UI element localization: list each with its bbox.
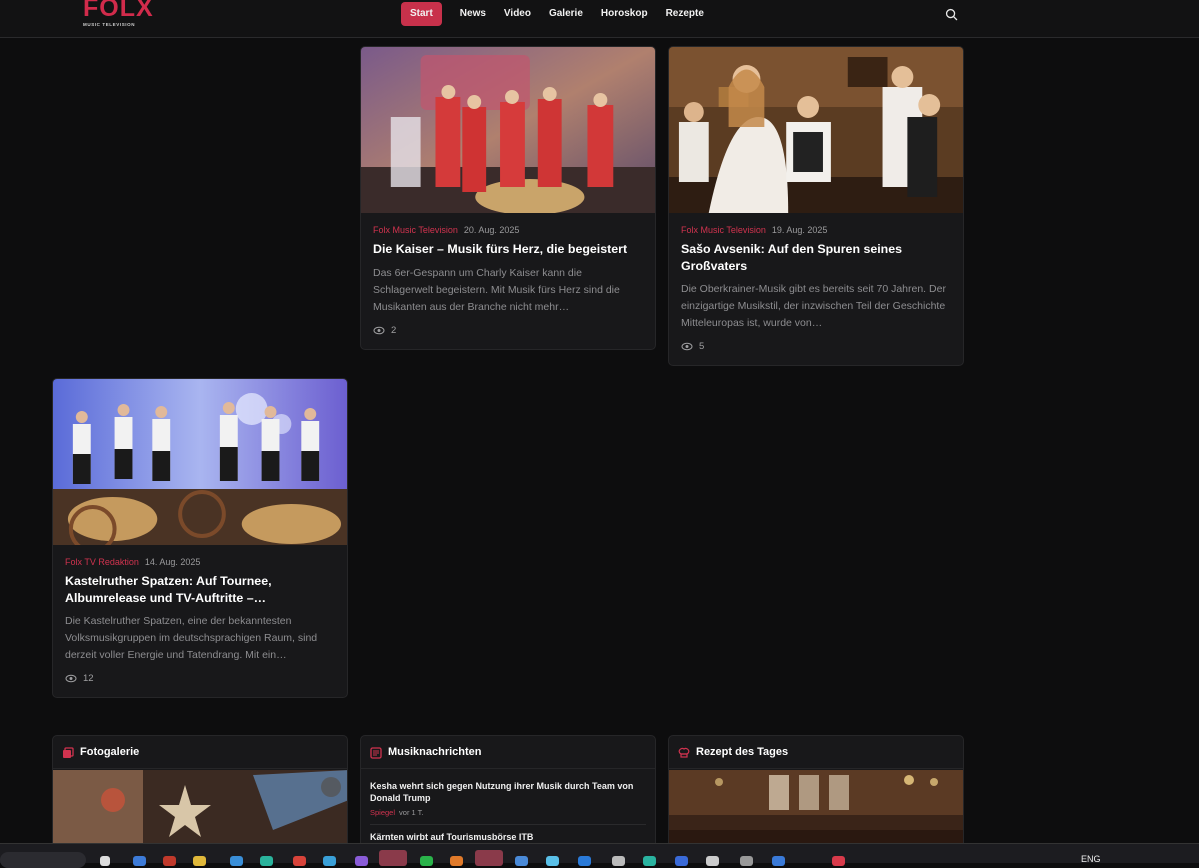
nav-news[interactable]: News (460, 2, 486, 26)
article-image[interactable] (361, 47, 655, 213)
news-item-meta: Spiegel vor 1 T. (370, 808, 424, 817)
app-icon[interactable] (612, 856, 625, 866)
app-icon[interactable] (675, 856, 688, 866)
article-excerpt: Die Oberkrainer-Musik gibt es bereits se… (681, 283, 946, 329)
article-card[interactable]: Folx TV Redaktion 14. Aug. 2025 Kastelrut… (52, 378, 348, 698)
nav-start[interactable]: Start (401, 2, 442, 26)
app-icon[interactable] (643, 856, 656, 866)
app-icon[interactable] (100, 856, 110, 866)
article-date: 19. Aug. 2025 (771, 225, 828, 235)
eye-icon (373, 326, 385, 335)
widget-title: Fotogalerie (80, 746, 140, 758)
article-card[interactable]: Folx Music Television 19. Aug. 2025 Sašo … (668, 46, 964, 366)
article-excerpt: Die Kastelruther Spatzen, eine der bekan… (65, 615, 318, 661)
app-icon[interactable] (546, 856, 559, 866)
news-item-title[interactable]: Kärnten wirbt auf Tourismusbörse ITB (370, 831, 645, 843)
site-logo[interactable]: FOLX MUSIC TELEVISION (82, 0, 154, 30)
article-excerpt: Das 6er-Gespann um Charly Kaiser kann di… (373, 267, 620, 313)
article-title[interactable]: Sašo Avsenik: Auf den Spuren seines Groß… (681, 241, 951, 275)
expand-icon (321, 777, 341, 797)
app-icon[interactable] (450, 856, 463, 866)
app-icon[interactable] (379, 850, 407, 866)
nav-galerie[interactable]: Galerie (549, 2, 583, 26)
views-count: 2 (391, 325, 397, 336)
news-time: vor 1 T. (399, 808, 424, 817)
app-icon[interactable] (293, 856, 306, 866)
article-meta: Folx TV Redaktion 14. Aug. 2025 (65, 557, 200, 567)
views-count: 5 (699, 341, 705, 352)
app-icon[interactable] (230, 856, 243, 866)
article-card[interactable]: Folx Music Television 20. Aug. 2025 Die K… (360, 46, 656, 350)
gallery-icon (63, 747, 74, 758)
widget-title: Musiknachrichten (388, 746, 482, 758)
article-image[interactable] (669, 47, 963, 213)
article-author[interactable]: Folx Music Television (681, 225, 766, 235)
article-views: 5 (681, 341, 704, 352)
article-author[interactable]: Folx TV Redaktion (65, 557, 139, 567)
article-author[interactable]: Folx Music Television (373, 225, 458, 235)
app-icon[interactable] (260, 856, 273, 866)
logo-text: FOLX (83, 0, 154, 22)
article-date: 20. Aug. 2025 (463, 225, 520, 235)
divider (370, 824, 646, 825)
nav-horoskop[interactable]: Horoskop (601, 2, 648, 26)
main-nav: Start News Video Galerie Horoskop Rezept… (401, 2, 722, 26)
app-icon[interactable] (578, 856, 591, 866)
app-icon[interactable] (832, 856, 845, 866)
article-date: 14. Aug. 2025 (144, 557, 201, 567)
article-title[interactable]: Kastelruther Spatzen: Auf Tournee, Album… (65, 573, 335, 607)
logo-subtext: MUSIC TELEVISION (83, 22, 136, 27)
app-icon[interactable] (355, 856, 368, 866)
article-image[interactable] (53, 379, 347, 545)
search-icon[interactable] (945, 8, 958, 21)
app-icon[interactable] (740, 856, 753, 866)
article-meta: Folx Music Television 19. Aug. 2025 (681, 225, 827, 235)
app-icon[interactable] (706, 856, 719, 866)
app-icon[interactable] (475, 850, 503, 866)
chef-hat-icon (678, 747, 690, 758)
article-meta: Folx Music Television 20. Aug. 2025 (373, 225, 519, 235)
eye-icon (65, 674, 77, 683)
taskbar-search[interactable] (0, 852, 86, 868)
app-icon[interactable] (515, 856, 528, 866)
app-icon[interactable] (420, 856, 433, 866)
newspaper-icon (370, 747, 382, 759)
article-title[interactable]: Die Kaiser – Musik fürs Herz, die begeis… (373, 241, 643, 258)
app-icon[interactable] (133, 856, 146, 866)
widget-title: Rezept des Tages (696, 746, 789, 758)
eye-icon (681, 342, 693, 351)
article-views: 12 (65, 673, 94, 684)
app-icon[interactable] (323, 856, 336, 866)
nav-video[interactable]: Video (504, 2, 531, 26)
widget-header: Fotogalerie (53, 736, 347, 769)
widget-header: Rezept des Tages (669, 736, 963, 769)
article-views: 2 (373, 325, 396, 336)
os-taskbar: ENG (0, 843, 1199, 868)
news-item-title[interactable]: Kesha wehrt sich gegen Nutzung ihrer Mus… (370, 780, 645, 804)
news-source[interactable]: Spiegel (370, 808, 395, 817)
app-icon[interactable] (193, 856, 206, 866)
app-icon[interactable] (163, 856, 176, 866)
widget-header: Musiknachrichten (361, 736, 655, 769)
nav-rezepte[interactable]: Rezepte (666, 2, 704, 26)
views-count: 12 (83, 673, 94, 684)
site-header: FOLX MUSIC TELEVISION Start News Video G… (0, 0, 1199, 38)
app-icon[interactable] (772, 856, 785, 866)
